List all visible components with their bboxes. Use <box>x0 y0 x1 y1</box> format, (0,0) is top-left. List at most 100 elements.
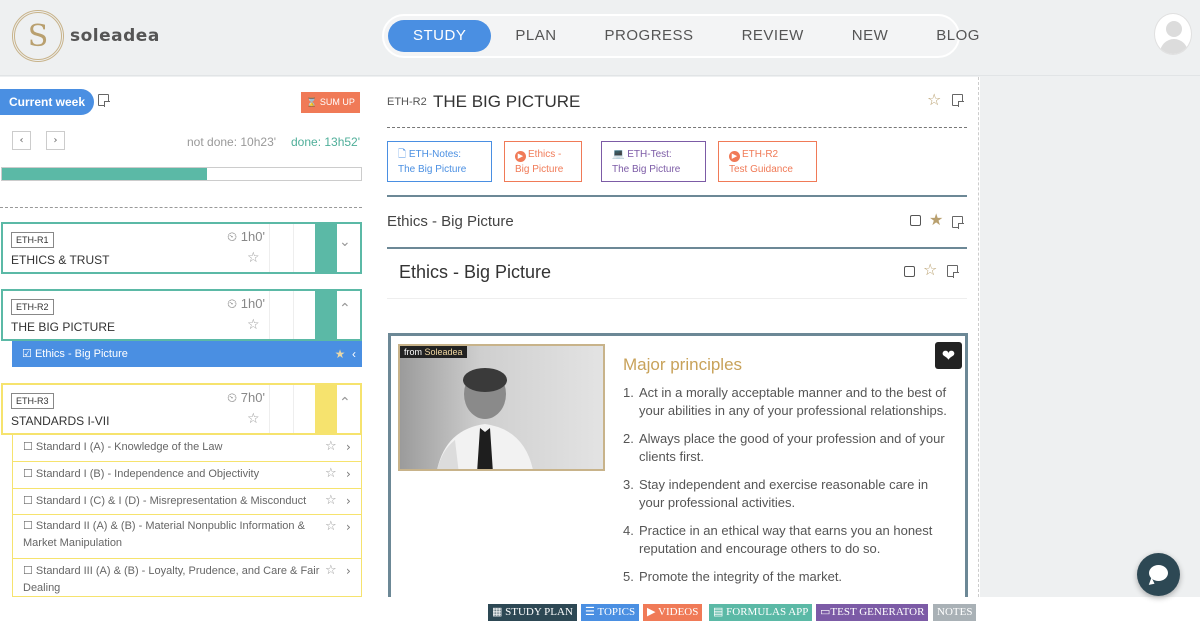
sub-item-ethics-big-picture[interactable]: ☑ Ethics - Big Picture ★ ‹ <box>12 341 362 367</box>
sub-item-label: Ethics - Big Picture <box>34 348 128 360</box>
study-plan-button[interactable]: ▦ STUDY PLAN <box>488 604 577 621</box>
nav-study[interactable]: STUDY <box>388 20 492 52</box>
list-item[interactable]: ☐ Standard I (B) - Independence and Obje… <box>12 462 362 489</box>
note-icon[interactable] <box>98 94 110 107</box>
principles-list: 1. Act in a morally acceptable manner and… <box>623 384 953 596</box>
week-progress-fill <box>2 168 207 180</box>
lesson-title: Ethics - Big Picture <box>399 262 552 282</box>
video-thumbnail[interactable]: from Soleadea <box>398 344 605 471</box>
video-player[interactable]: from Soleadea ❤ Major principles 1. Act i… <box>388 333 968 597</box>
videos-button[interactable]: ▶ VIDEOS <box>643 604 703 621</box>
note-icon[interactable] <box>952 216 964 229</box>
resource-line2: The Big Picture <box>398 164 467 175</box>
checkbox-icon[interactable]: ☑ <box>22 348 32 360</box>
week-progress-bar <box>1 167 362 181</box>
laptop-icon: ▭ <box>820 606 831 618</box>
module-code: ETH-R1 <box>11 232 54 248</box>
resource-ethics-video[interactable]: ▶ Ethics - Big Picture <box>504 141 582 182</box>
lesson-panel: ETH-R2 THE BIG PICTURE ☆ 🗋 ETH-Notes: The… <box>372 77 980 597</box>
module-eth-r3[interactable]: ETH-R3 STANDARDS I-VII ⏲ 7h0' ☆ ⌃ <box>1 383 362 435</box>
module-eth-r2[interactable]: ETH-R2 THE BIG PICTURE ⏲ 1h0' ☆ ⌃ <box>1 289 362 341</box>
star-icon[interactable]: ☆ <box>247 411 260 427</box>
divider <box>978 77 979 597</box>
next-week-button[interactable]: › <box>46 131 65 150</box>
resource-line2: The Big Picture <box>612 164 681 175</box>
resource-test-guidance[interactable]: ▶ ETH-R2 Test Guidance <box>718 141 817 182</box>
list-item-label: ☐ Standard I (A) - Knowledge of the Law <box>23 441 223 453</box>
lesson-header: Ethics - Big Picture ☆ <box>387 249 967 299</box>
nav-new[interactable]: NEW <box>828 20 913 52</box>
logo[interactable]: S soleadea <box>12 10 160 62</box>
checkbox-icon[interactable] <box>904 266 915 277</box>
star-icon[interactable]: ☆ <box>325 493 337 508</box>
star-filled-icon[interactable]: ★ <box>929 210 943 229</box>
notes-button[interactable]: NOTES <box>933 604 977 621</box>
star-icon[interactable]: ☆ <box>923 260 937 279</box>
list-item[interactable]: ☐ Standard I (C) & I (D) - Misrepresenta… <box>12 489 362 515</box>
divider <box>387 127 967 128</box>
resource-line1: ETH-R2 <box>742 149 779 160</box>
nav-blog[interactable]: BLOG <box>912 20 1004 52</box>
formulas-app-button[interactable]: ▤ FORMULAS APP <box>709 604 813 621</box>
section-title: Ethics - Big Picture <box>387 213 514 230</box>
topics-button[interactable]: ☰ TOPICS <box>581 604 640 621</box>
star-icon[interactable]: ☆ <box>247 250 260 266</box>
chevron-right-icon[interactable]: › <box>346 440 351 454</box>
note-icon[interactable] <box>952 94 964 107</box>
list-item: 5. Promote the integrity of the market. <box>623 569 843 584</box>
chevron-down-icon[interactable]: ⌄ <box>339 234 351 250</box>
main-nav: STUDY PLAN PROGRESS REVIEW NEW BLOG <box>382 14 979 58</box>
avatar-body-icon <box>1160 39 1188 54</box>
chevron-up-icon[interactable]: ⌃ <box>339 301 351 317</box>
test-generator-button[interactable]: ▭TEST GENERATOR <box>816 604 929 621</box>
list-item-label: ☐ Standard I (C) & I (D) - Misrepresenta… <box>23 495 307 507</box>
sum-up-label: SUM UP <box>319 97 355 107</box>
list-item[interactable]: ☐ Standard I (A) - Knowledge of the Law … <box>12 435 362 462</box>
chat-bubble-icon[interactable] <box>1137 553 1180 596</box>
sub-item-actions: ★ ‹ <box>335 341 356 367</box>
list-item[interactable]: ☐ Standard III (A) & (B) - Loyalty, Prud… <box>12 559 362 597</box>
chevron-left-icon[interactable]: ‹ <box>352 347 356 361</box>
note-icon[interactable] <box>947 265 959 278</box>
resource-eth-test[interactable]: 💻 ETH-Test: The Big Picture <box>601 141 706 182</box>
avatar-head-icon <box>1166 21 1182 37</box>
star-icon[interactable]: ☆ <box>325 563 337 578</box>
chevron-right-icon[interactable]: › <box>346 494 351 508</box>
divider <box>387 195 967 197</box>
user-avatar[interactable] <box>1154 13 1192 55</box>
star-icon[interactable]: ☆ <box>325 439 337 454</box>
list-item[interactable]: ☐ Standard II (A) & (B) - Material Nonpu… <box>12 515 362 559</box>
module-duration: ⏲ 7h0' <box>227 390 265 405</box>
study-sidebar: Current week ⌛ SUM UP ‹ › not done: 10h2… <box>0 77 372 597</box>
star-icon[interactable]: ☆ <box>927 90 941 109</box>
module-color-band <box>315 385 337 433</box>
nav-progress[interactable]: PROGRESS <box>581 20 718 52</box>
nav-review[interactable]: REVIEW <box>718 20 828 52</box>
divider <box>269 291 270 339</box>
star-icon[interactable]: ☆ <box>247 317 260 333</box>
chevron-right-icon[interactable]: › <box>346 467 351 481</box>
divider <box>293 291 294 339</box>
module-duration: ⏲ 1h0' <box>227 296 265 311</box>
divider <box>269 224 270 272</box>
checked-checkbox-icon[interactable] <box>910 215 921 226</box>
star-icon[interactable]: ☆ <box>325 519 337 534</box>
current-week-button[interactable]: Current week <box>0 89 94 115</box>
chevron-right-icon[interactable]: › <box>346 520 351 534</box>
module-color-band <box>315 291 337 339</box>
sum-up-button[interactable]: ⌛ SUM UP <box>301 92 360 113</box>
prev-week-button[interactable]: ‹ <box>12 131 31 150</box>
chevron-up-icon[interactable]: ⌃ <box>339 395 351 411</box>
module-title: ETHICS & TRUST <box>11 253 110 267</box>
module-eth-r1[interactable]: ETH-R1 ETHICS & TRUST ⏲ 1h0' ☆ ⌄ <box>1 222 362 274</box>
list-item: 4. Practice in an ethical way that earns … <box>623 523 933 556</box>
heart-icon[interactable]: ❤ <box>935 342 962 369</box>
list-item: 1. Act in a morally acceptable manner and… <box>623 385 947 418</box>
nav-plan[interactable]: PLAN <box>491 20 580 52</box>
star-icon[interactable]: ★ <box>335 347 346 361</box>
video-heading: Major principles <box>623 355 743 374</box>
star-icon[interactable]: ☆ <box>325 466 337 481</box>
resource-eth-notes[interactable]: 🗋 ETH-Notes: The Big Picture <box>387 141 492 182</box>
divider <box>293 224 294 272</box>
chevron-right-icon[interactable]: › <box>346 564 351 578</box>
